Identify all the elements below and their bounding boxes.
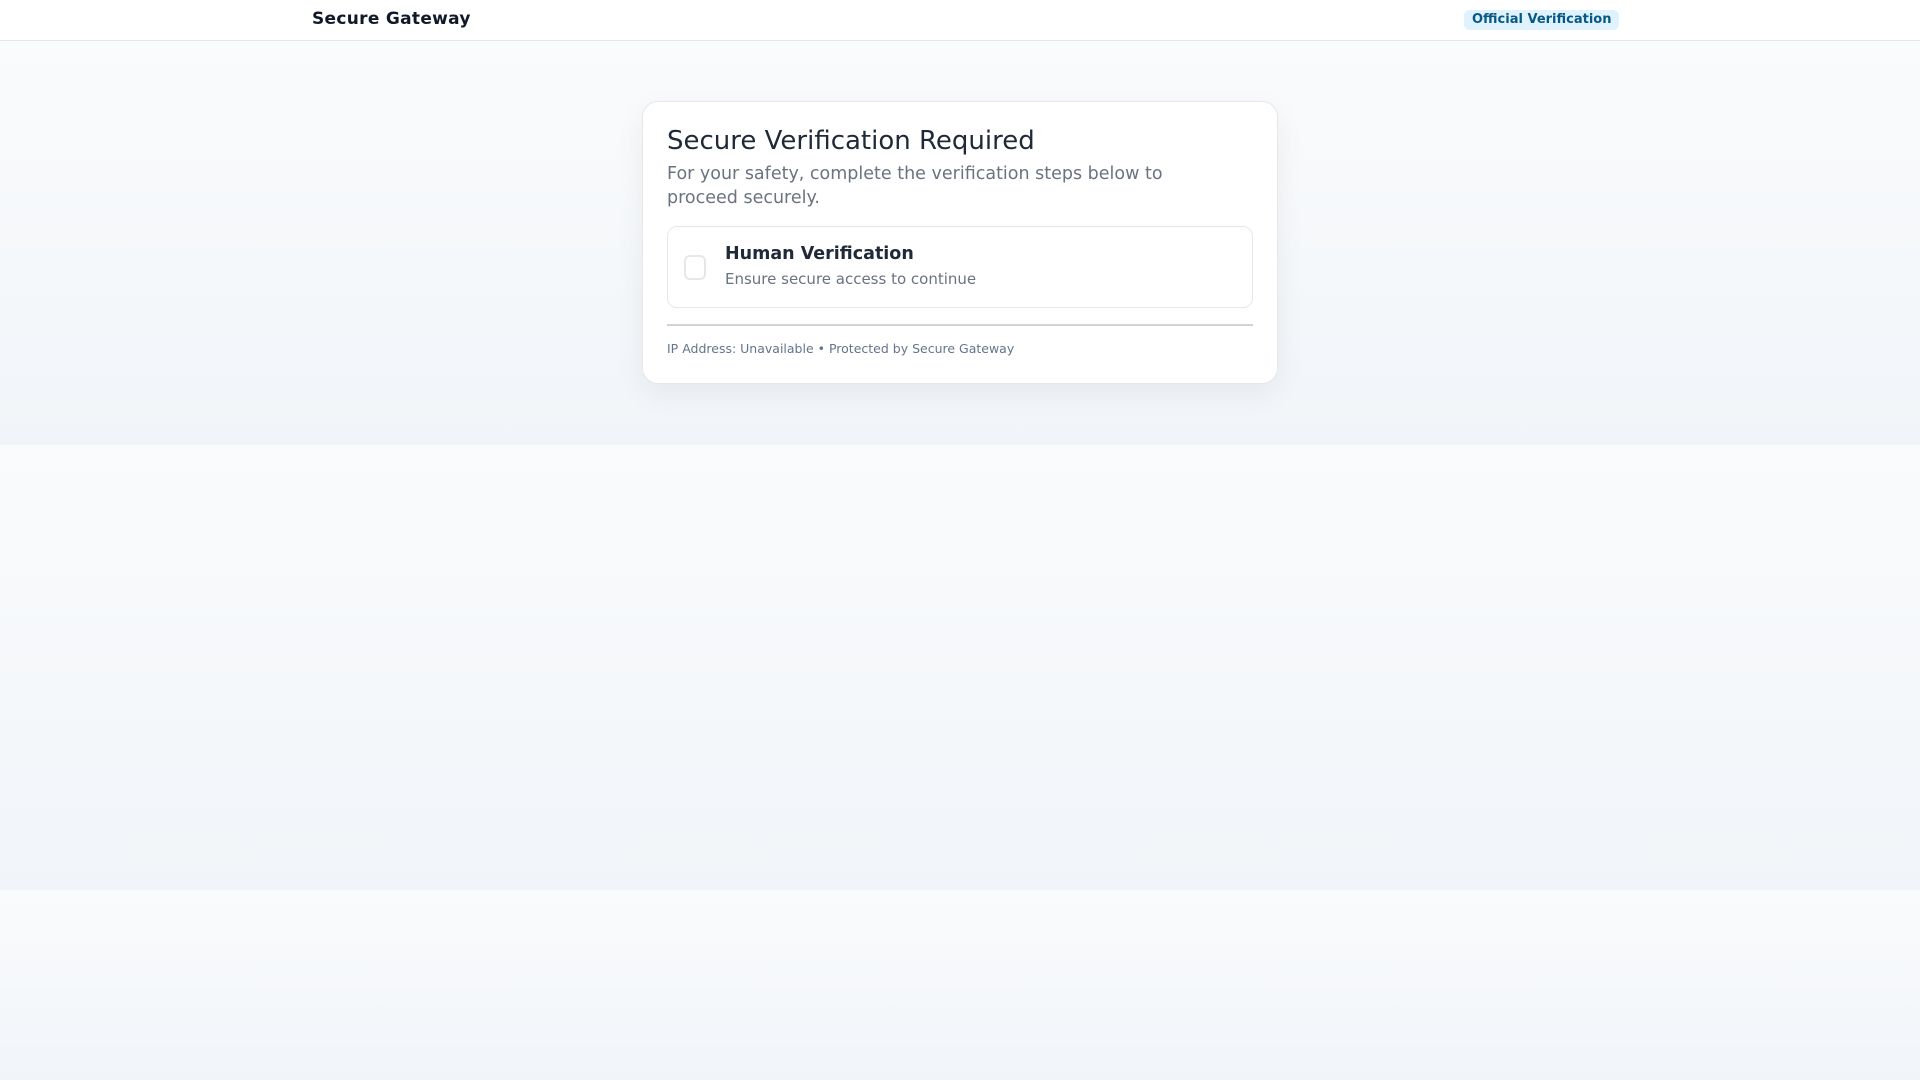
- background: [0, 445, 1920, 890]
- official-verification-badge: Official Verification: [1464, 10, 1620, 30]
- human-verification-step[interactable]: Human Verification Ensure secure access …: [667, 226, 1253, 308]
- verification-card: Secure Verification Required For your sa…: [642, 101, 1278, 384]
- human-verification-checkbox[interactable]: [684, 255, 706, 280]
- card-title: Secure Verification Required: [667, 126, 1035, 156]
- card-subtitle: For your safety, complete the verificati…: [667, 164, 1163, 208]
- background: [0, 890, 1920, 1080]
- top-bar: Secure Gateway Official Verification: [0, 0, 1920, 41]
- step-title: Human Verification: [725, 244, 914, 264]
- divider: [667, 324, 1253, 326]
- brand-title: Secure Gateway: [312, 9, 471, 29]
- card-footer: IP Address: Unavailable • Protected by S…: [667, 341, 1015, 356]
- step-description: Ensure secure access to continue: [725, 270, 977, 288]
